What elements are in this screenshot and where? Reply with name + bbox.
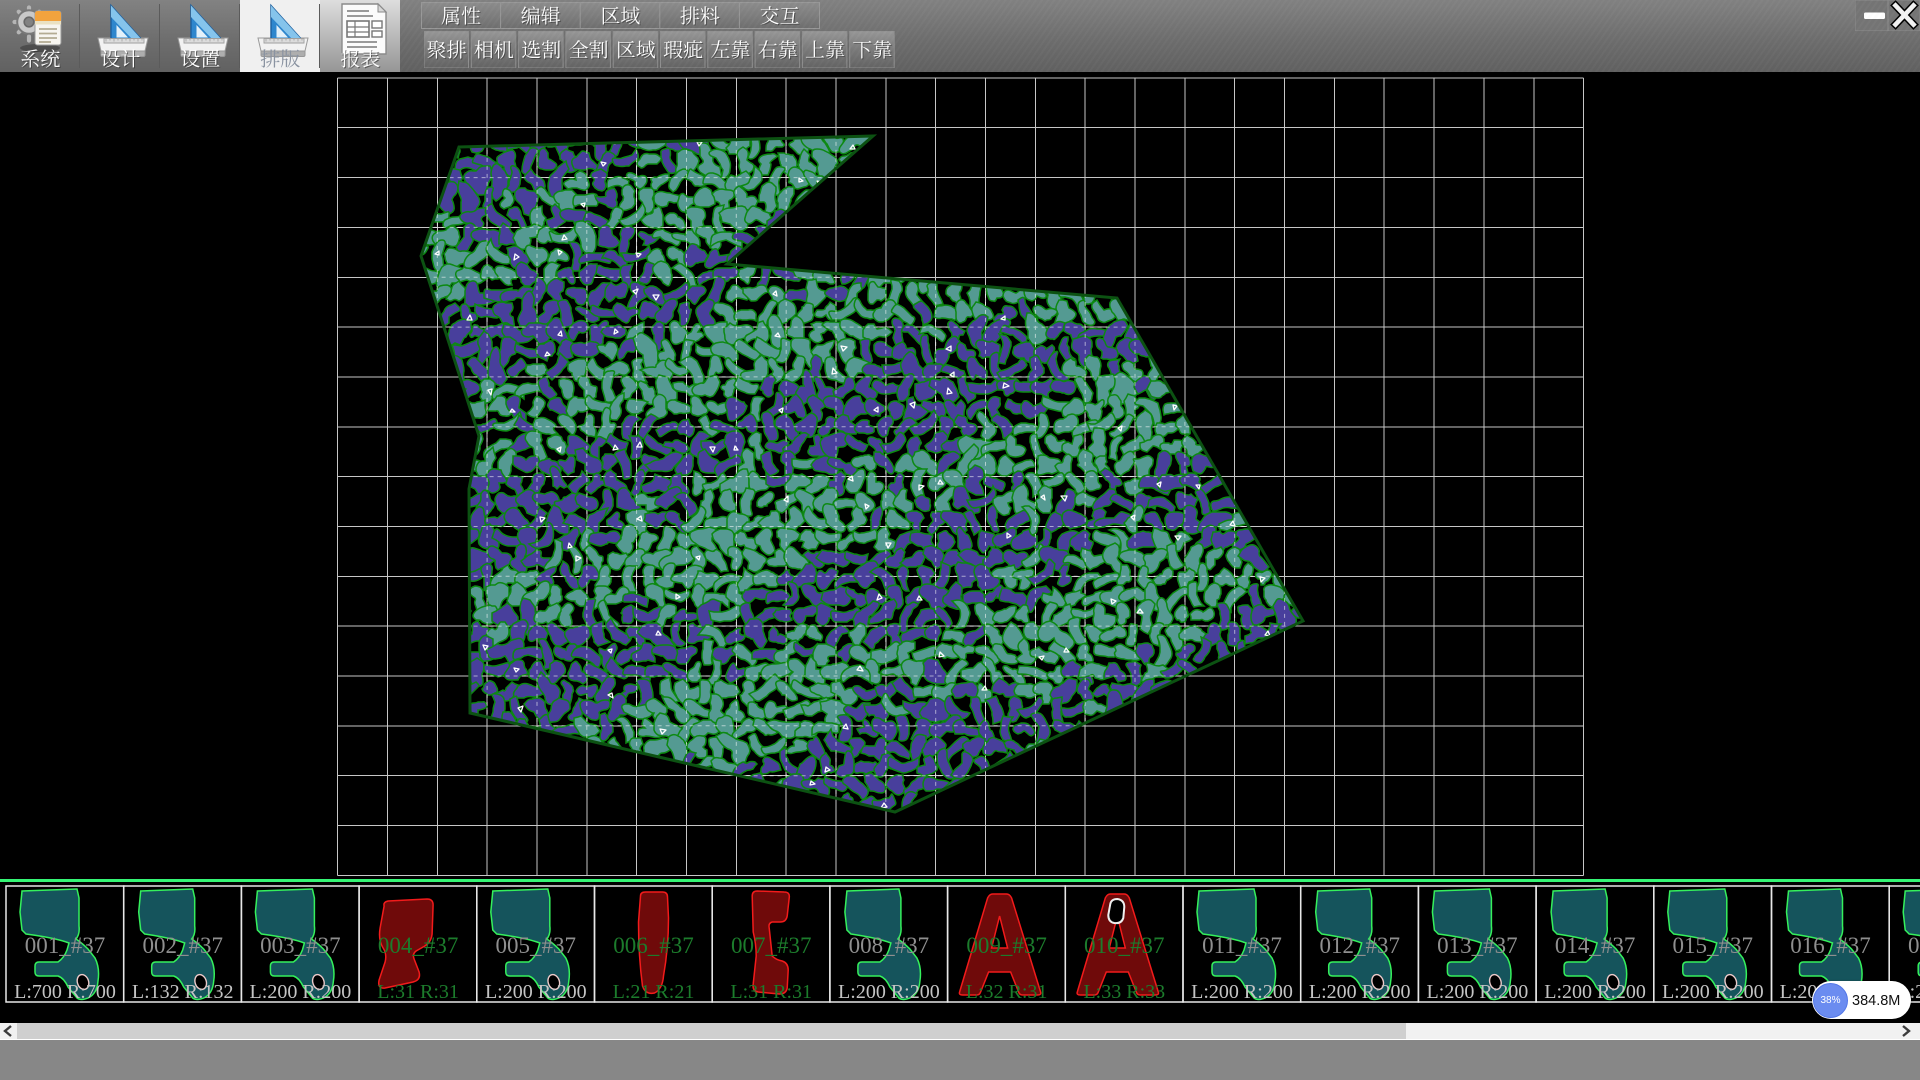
svg-text:L:32 R:31: L:32 R:31 [966, 981, 1048, 1003]
svg-text:002_#37: 002_#37 [142, 933, 223, 958]
svg-text:L:700 R:700: L:700 R:700 [14, 981, 116, 1003]
svg-text:L:200 R:200: L:200 R:200 [485, 981, 587, 1003]
svg-text:008_#37: 008_#37 [849, 933, 930, 958]
svg-text:L:200 R:200: L:200 R:200 [1427, 981, 1529, 1003]
svg-text:L:200 R:200: L:200 R:200 [1309, 981, 1411, 1003]
svg-text:L:21 R:21: L:21 R:21 [613, 981, 695, 1003]
svg-text:003_#37: 003_#37 [260, 933, 341, 958]
svg-text:016_#37: 016_#37 [1790, 933, 1871, 958]
svg-text:012_#37: 012_#37 [1319, 933, 1400, 958]
svg-text:L:200 R:200: L:200 R:200 [250, 981, 352, 1003]
svg-text:L:33 R:33: L:33 R:33 [1083, 981, 1165, 1003]
svg-text:L:132 R:132: L:132 R:132 [132, 981, 234, 1003]
svg-text:010_#37: 010_#37 [1084, 933, 1165, 958]
svg-text:017_#37: 017_#37 [1908, 933, 1920, 958]
svg-text:013_#37: 013_#37 [1437, 933, 1518, 958]
svg-text:009_#37: 009_#37 [966, 933, 1047, 958]
svg-text:004_#37: 004_#37 [378, 933, 459, 958]
svg-text:L:31 R:31: L:31 R:31 [377, 981, 459, 1003]
svg-text:007_#37: 007_#37 [731, 933, 812, 958]
svg-text:006_#37: 006_#37 [613, 933, 694, 958]
svg-text:014_#37: 014_#37 [1555, 933, 1636, 958]
svg-text:L:200 R:200: L:200 R:200 [838, 981, 940, 1003]
svg-text:011_#37: 011_#37 [1202, 933, 1282, 958]
svg-text:015_#37: 015_#37 [1673, 933, 1754, 958]
svg-text:005_#37: 005_#37 [496, 933, 577, 958]
svg-text:001_#37: 001_#37 [25, 933, 106, 958]
svg-text:L:200 R:200: L:200 R:200 [1544, 981, 1646, 1003]
svg-text:L:200 R:200: L:200 R:200 [1191, 981, 1293, 1003]
svg-text:L:31 R:31: L:31 R:31 [730, 981, 812, 1003]
svg-text:L:200 R:200: L:200 R:200 [1662, 981, 1764, 1003]
